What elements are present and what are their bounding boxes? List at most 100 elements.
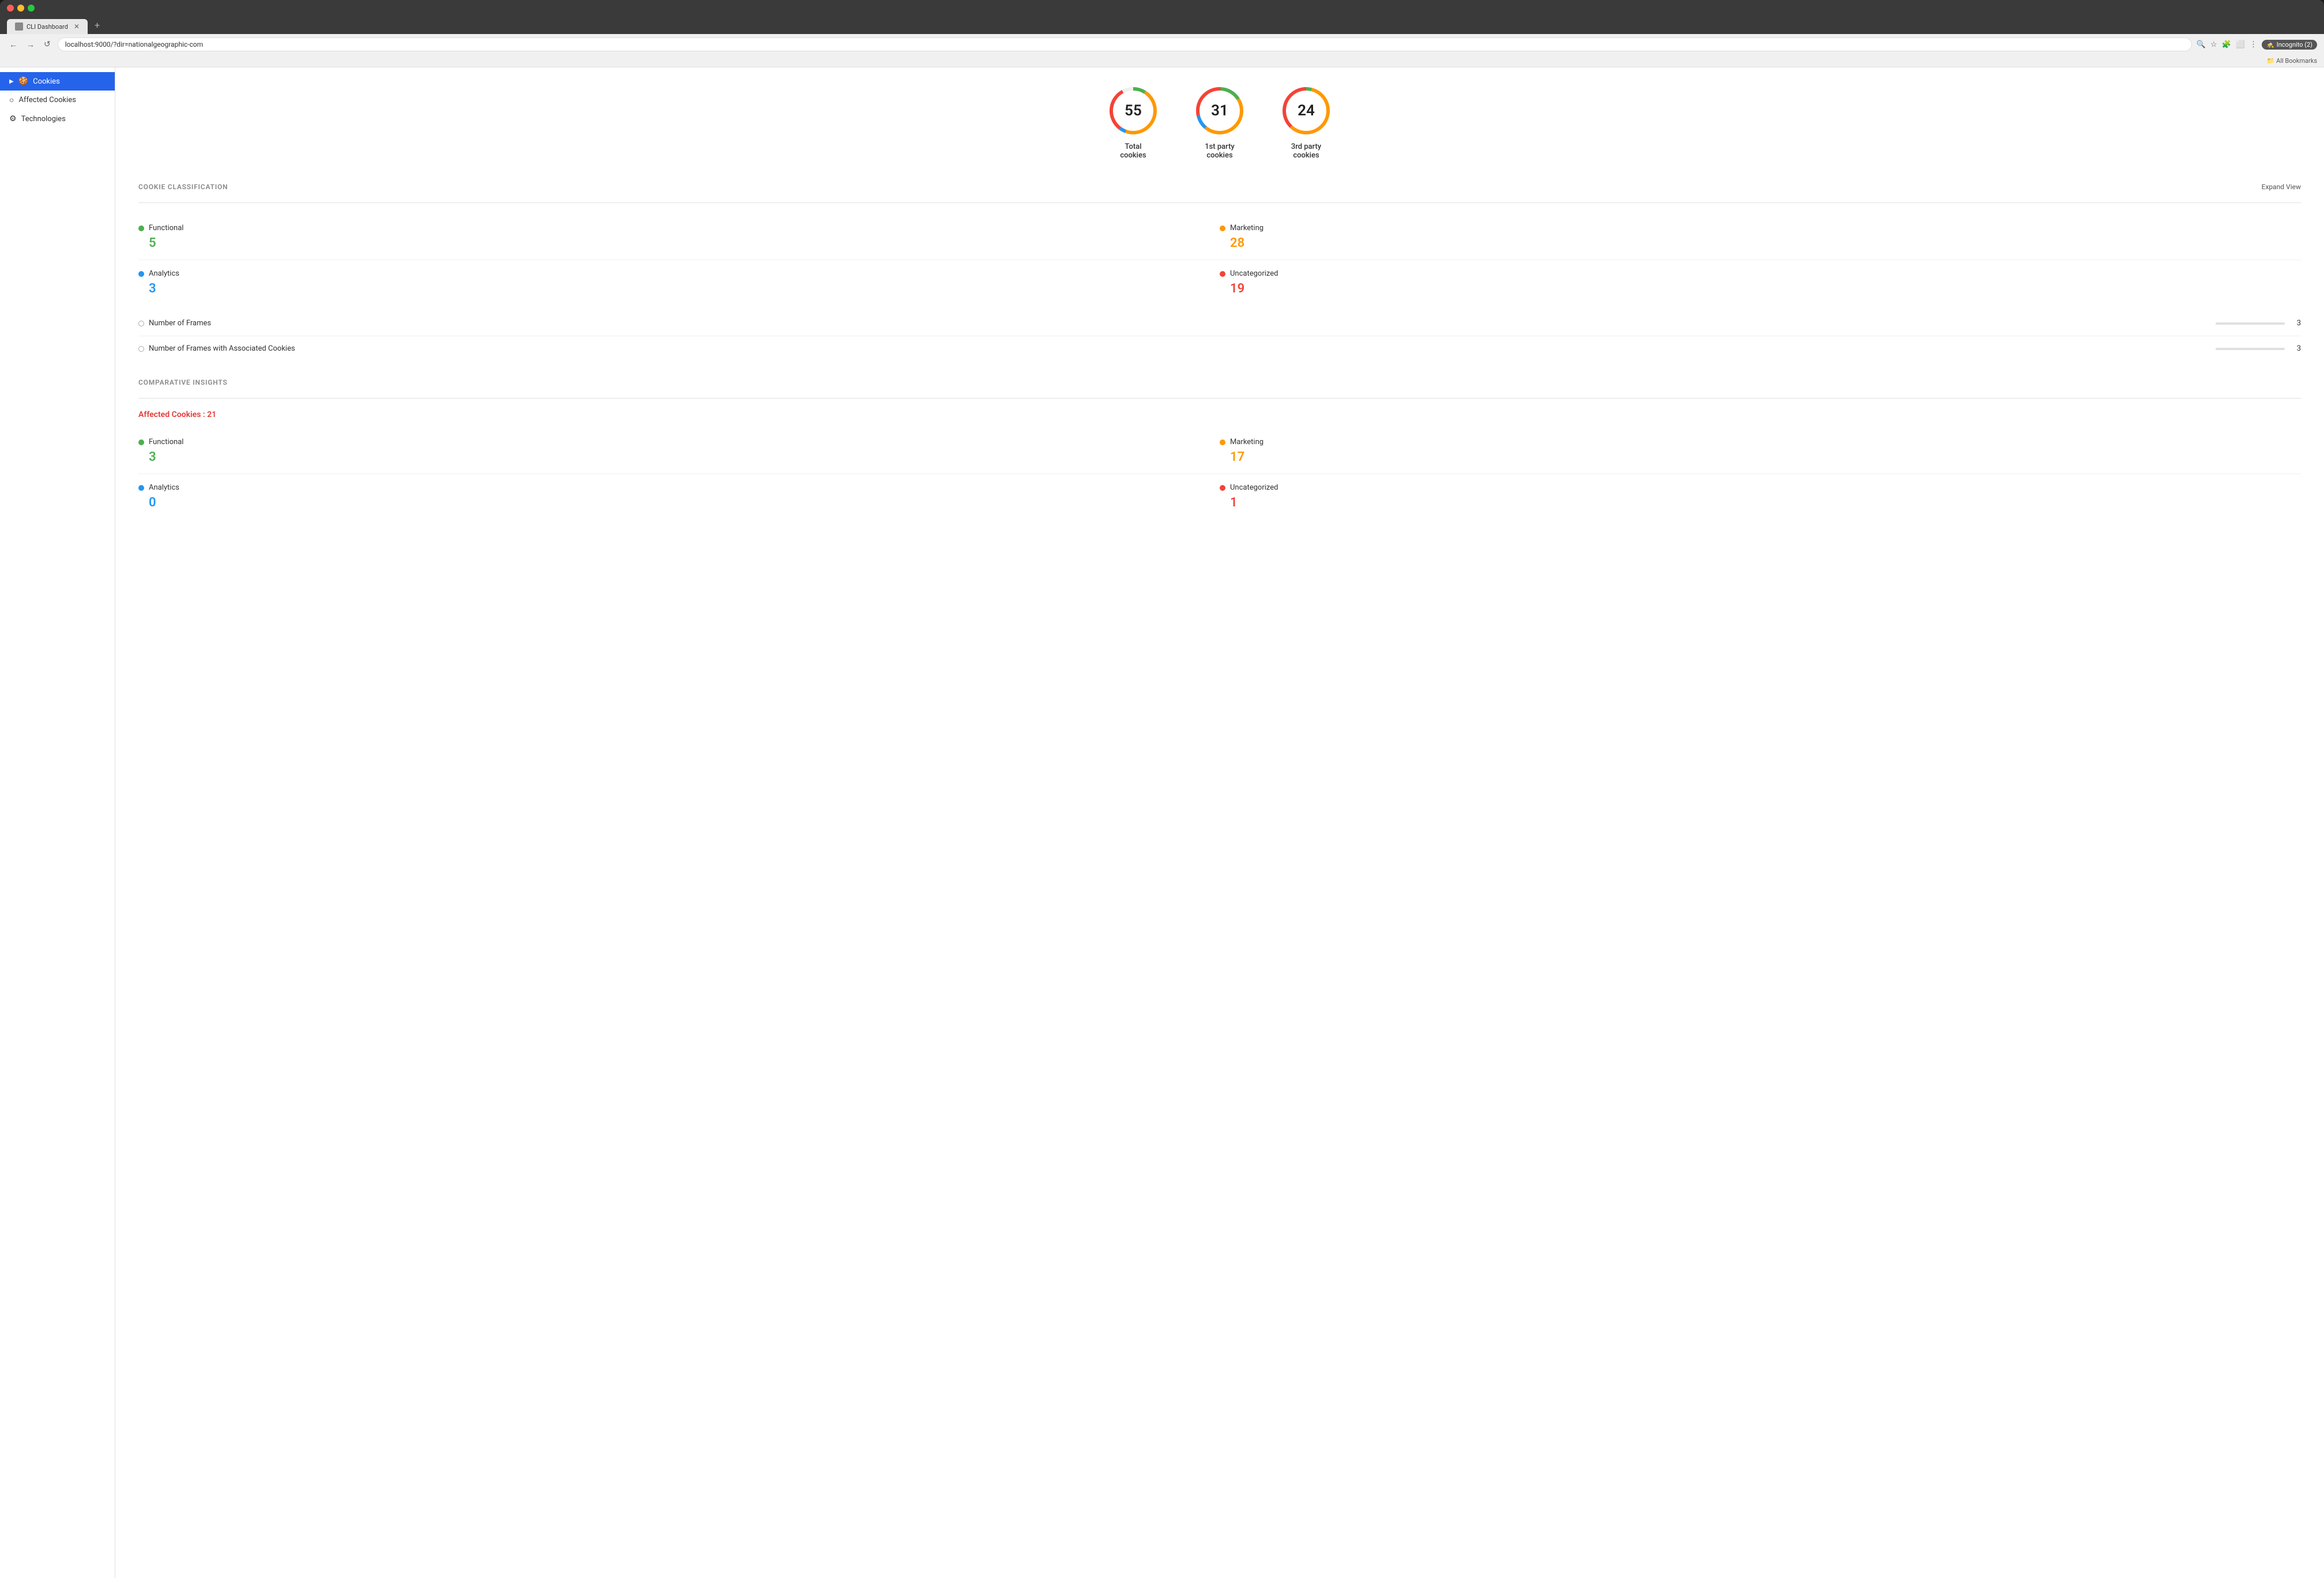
affected-cookies-label: Affected Cookies : 21 [138,410,2301,419]
comp-analytics-header: Analytics [138,483,1220,492]
sidebar-cookies-label: Cookies [33,77,60,86]
marketing-header: Marketing [1220,224,2301,232]
comp-functional: Functional 3 [138,429,1220,474]
comparative-insights-section: COMPARATIVE INSIGHTS Affected Cookies : … [138,378,2301,519]
incognito-badge: 🕵 Incognito (2) [2262,40,2317,50]
marketing-value: 28 [1220,236,2301,250]
uncategorized-dot [1220,271,1225,277]
close-traffic-light[interactable] [7,5,14,12]
first-party-circle: 31 [1194,85,1246,137]
classification-title: COOKIE CLASSIFICATION [138,183,228,191]
classification-functional: Functional 5 [138,215,1220,260]
bookmarks-text: All Bookmarks [2276,57,2317,65]
sidebar-technologies-label: Technologies [21,115,66,123]
comp-analytics-value: 0 [138,495,1220,510]
frames-cookies-bar [2216,348,2285,350]
sidebar-affected-label: Affected Cookies [18,96,76,104]
uncategorized-name: Uncategorized [1230,269,1278,278]
comp-marketing-header: Marketing [1220,438,2301,446]
comparative-header: COMPARATIVE INSIGHTS [138,378,2301,386]
classification-divider [138,202,2301,203]
cookie-classification-header: COOKIE CLASSIFICATION Expand View [138,183,2301,191]
analytics-dot [138,271,144,277]
bookmark-icon[interactable]: ☆ [2210,40,2217,49]
total-cookies-stat: 55 Totalcookies [1107,85,1159,160]
expand-view-button[interactable]: Expand View [2262,183,2301,191]
extension-icon[interactable]: 🧩 [2222,40,2231,49]
first-party-stat: 31 1st partycookies [1194,85,1246,160]
comp-marketing-value: 17 [1220,450,2301,464]
refresh-button[interactable]: ↺ [42,39,53,50]
tab-title: CLI Dashboard [27,23,68,31]
comparative-divider [138,398,2301,399]
active-tab[interactable]: CLI Dashboard ✕ [7,19,88,34]
functional-dot [138,226,144,231]
comparative-grid: Functional 3 Marketing 17 Anal [138,429,2301,519]
comp-uncategorized-header: Uncategorized [1220,483,2301,492]
comparative-title: COMPARATIVE INSIGHTS [138,378,228,386]
classification-marketing: Marketing 28 [1220,215,2301,260]
back-button[interactable]: ← [7,39,20,51]
cookies-icon: 🍪 [18,77,28,86]
comp-functional-name: Functional [149,438,183,446]
frames-cookies-dot [138,346,144,352]
bookmarks-bar: 📁 All Bookmarks [0,55,2324,67]
functional-header: Functional [138,224,1220,232]
browser-tabs: CLI Dashboard ✕ + [7,16,2317,34]
url-bar[interactable]: localhost:9000/?dir=nationalgeographic-c… [58,37,2192,51]
third-party-number: 24 [1298,102,1315,119]
tab-close-button[interactable]: ✕ [74,22,80,31]
frames-section: Number of Frames 3 Number of Frames with… [138,311,2301,361]
third-party-stat: 24 3rd partycookies [1280,85,1332,160]
sidebar-item-affected-cookies[interactable]: ○ Affected Cookies [0,91,115,110]
first-party-number: 31 [1211,102,1228,119]
third-party-label: 3rd partycookies [1291,142,1321,160]
main-content: 55 Totalcookies 31 1st partycookies [115,67,2324,1578]
classification-grid: Functional 5 Marketing 28 Analytics 3 [138,215,2301,305]
analytics-header: Analytics [138,269,1220,278]
technologies-icon: ⚙ [9,114,17,123]
frames-value: 3 [2289,319,2301,328]
functional-value: 5 [138,236,1220,250]
frames-with-cookies-item: Number of Frames with Associated Cookies… [138,336,2301,361]
functional-name: Functional [149,224,183,232]
comp-marketing-dot [1220,439,1225,445]
analytics-value: 3 [138,281,1220,296]
maximize-traffic-light[interactable] [28,5,35,12]
marketing-dot [1220,226,1225,231]
total-cookies-label: Totalcookies [1120,142,1146,160]
comp-marketing: Marketing 17 [1220,429,2301,474]
sidebar-item-cookies[interactable]: ▶ 🍪 Cookies [0,72,115,91]
comp-functional-value: 3 [138,450,1220,464]
comp-functional-dot [138,439,144,445]
tab-favicon [15,22,23,31]
first-party-label: 1st partycookies [1205,142,1235,160]
analytics-name: Analytics [149,269,179,278]
affected-cookies-icon: ○ [9,95,14,105]
frames-bar [2216,322,2285,325]
minimize-traffic-light[interactable] [17,5,24,12]
sidebar: ▶ 🍪 Cookies ○ Affected Cookies ⚙ Technol… [0,67,115,1578]
comp-uncategorized-value: 1 [1220,495,2301,510]
zoom-icon[interactable]: 🔍 [2197,40,2206,49]
sidebar-item-technologies[interactable]: ⚙ Technologies [0,110,115,128]
forward-button[interactable]: → [24,39,37,51]
comp-analytics-dot [138,485,144,491]
uncategorized-header: Uncategorized [1220,269,2301,278]
frames-cookies-value: 3 [2289,344,2301,353]
uncategorized-value: 19 [1220,281,2301,296]
total-cookies-circle: 55 [1107,85,1159,137]
comp-functional-header: Functional [138,438,1220,446]
frames-label: Number of Frames [149,319,2211,328]
total-cookies-number: 55 [1125,102,1142,119]
classification-analytics: Analytics 3 [138,260,1220,305]
window-icon[interactable]: ⬜ [2236,40,2245,49]
sidebar-arrow-icon: ▶ [9,78,14,85]
browser-toolbar: ← → ↺ localhost:9000/?dir=nationalgeogra… [0,34,2324,55]
traffic-lights [7,5,2317,12]
frames-count-item: Number of Frames 3 [138,311,2301,336]
browser-chrome: CLI Dashboard ✕ + [0,0,2324,34]
menu-icon[interactable]: ⋮ [2250,40,2257,49]
new-tab-button[interactable]: + [89,16,106,34]
frames-cookies-label: Number of Frames with Associated Cookies [149,344,2211,353]
